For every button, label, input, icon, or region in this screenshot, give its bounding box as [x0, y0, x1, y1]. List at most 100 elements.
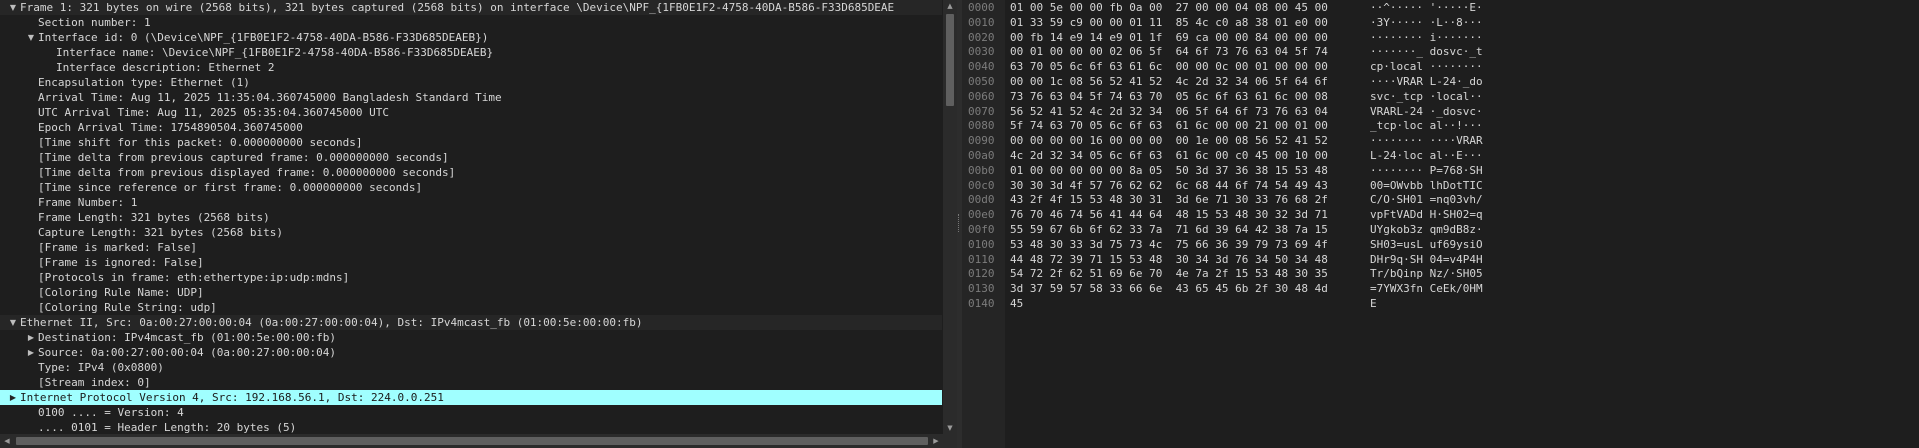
hex-ascii: svc·_tcp ·local·· — [1370, 89, 1483, 103]
tree-row-interface-name[interactable]: Interface name: \Device\NPF_{1FB0E1F2-47… — [0, 45, 942, 60]
triangle-down-icon[interactable]: ▼ — [8, 0, 18, 15]
tree-row-text: Frame 1: 321 bytes on wire (2568 bits), … — [20, 1, 895, 14]
tree-row-arrival-time[interactable]: Arrival Time: Aug 11, 2025 11:35:04.3607… — [0, 90, 942, 105]
hex-bytes: 73 76 63 04 5f 74 63 70 05 6c 6f 63 61 6… — [1010, 89, 1328, 103]
hex-offset: 00b0 — [968, 163, 995, 177]
tree-row-text: Interface id: 0 (\Device\NPF_{1FB0E1F2-4… — [38, 31, 489, 44]
tree-row-text: UTC Arrival Time: Aug 11, 2025 05:35:04.… — [38, 106, 389, 119]
tree-row-text: [Coloring Rule String: udp] — [38, 301, 217, 314]
hex-bytes: 53 48 30 33 3d 75 73 4c 75 66 36 39 79 7… — [1010, 237, 1328, 251]
tree-row-text: Section number: 1 — [38, 16, 151, 29]
hex-offset: 0050 — [968, 75, 995, 88]
hex-ascii: C/O·SH01 =nq03vh/ — [1370, 193, 1483, 207]
hex-bytes: 00 fb 14 e9 14 e9 01 1f 69 ca 00 00 84 0… — [1010, 30, 1328, 44]
hex-bytes: 4c 2d 32 34 05 6c 6f 63 61 6c 00 c0 45 0… — [1010, 149, 1328, 162]
triangle-right-icon[interactable]: ▶ — [26, 330, 36, 345]
hex-offset: 0090 — [968, 134, 995, 148]
hex-offset: 0110 — [968, 252, 995, 266]
tree-row-coloring-rule-string[interactable]: [Coloring Rule String: udp] — [0, 300, 942, 315]
scroll-left-arrow-icon[interactable]: ◀ — [0, 434, 14, 448]
tree-row-time-since-reference[interactable]: [Time since reference or first frame: 0.… — [0, 180, 942, 195]
hex-ascii: UYgkob3z qm9dB8z· — [1370, 223, 1483, 236]
tree-row-interface-id[interactable]: ▼ Interface id: 0 (\Device\NPF_{1FB0E1F2-… — [0, 30, 942, 45]
hex-bytes: 43 2f 4f 15 53 48 30 31 3d 6e 71 30 33 7… — [1010, 193, 1328, 207]
tree-row-encapsulation-type[interactable]: Encapsulation type: Ethernet (1) — [0, 75, 942, 90]
triangle-down-icon[interactable]: ▼ — [26, 30, 36, 45]
tree-row-text: Interface name: \Device\NPF_{1FB0E1F2-47… — [56, 46, 494, 59]
hex-bytes: 76 70 46 74 56 41 44 64 48 15 53 48 30 3… — [1010, 208, 1328, 222]
tree-row-frame-header[interactable]: ▼ Frame 1: 321 bytes on wire (2568 bits),… — [0, 0, 942, 15]
hex-bytes: 5f 74 63 70 05 6c 6f 63 61 6c 00 00 21 0… — [1010, 119, 1328, 133]
tree-row-stream-index[interactable]: [Stream index: 0] — [0, 375, 942, 390]
hex-bytes: 63 70 05 6c 6f 63 61 6c 00 00 0c 00 01 0… — [1010, 60, 1328, 74]
hex-ascii: DHr9q·SH 04=v4P4H — [1370, 252, 1483, 266]
tree-row-interface-description[interactable]: Interface description: Ethernet 2 — [0, 60, 942, 75]
hex-bytes: 44 48 72 39 71 15 53 48 30 34 3d 76 34 5… — [1010, 252, 1328, 266]
tree-row-text: [Time delta from previous displayed fram… — [38, 166, 456, 179]
scroll-up-arrow-icon[interactable]: ▲ — [943, 0, 957, 12]
details-vertical-scrollbar[interactable]: ▲ ▼ — [943, 0, 957, 434]
triangle-down-icon[interactable]: ▼ — [8, 315, 18, 330]
hex-bytes: 00 00 1c 08 56 52 41 52 4c 2d 32 34 06 5… — [1010, 75, 1328, 88]
tree-row-time-delta-displayed[interactable]: [Time delta from previous displayed fram… — [0, 165, 942, 180]
hex-offset: 00d0 — [968, 193, 995, 207]
tree-row-eth-destination[interactable]: ▶ Destination: IPv4mcast_fb (01:00:5e:00:… — [0, 330, 942, 345]
scroll-down-arrow-icon[interactable]: ▼ — [943, 422, 957, 434]
hex-offset: 0000 — [968, 1, 995, 14]
hex-bytes: 56 52 41 52 4c 2d 32 34 06 5f 64 6f 73 7… — [1010, 104, 1328, 118]
hex-offset: 0100 — [968, 237, 995, 251]
tree-row-section-number[interactable]: Section number: 1 — [0, 15, 942, 30]
hex-bytes: 01 00 5e 00 00 fb 0a 00 27 00 00 04 08 0… — [1010, 1, 1328, 14]
hex-offset: 0130 — [968, 282, 995, 296]
scroll-right-arrow-icon[interactable]: ▶ — [929, 434, 943, 448]
hex-bytes: 3d 37 59 57 58 33 66 6e 43 65 45 6b 2f 3… — [1010, 282, 1328, 296]
packet-details-pane[interactable]: ▼ Frame 1: 321 bytes on wire (2568 bits),… — [0, 0, 942, 434]
tree-row-text: [Frame is ignored: False] — [38, 256, 204, 269]
hex-offset: 00e0 — [968, 208, 995, 222]
tree-row-epoch-arrival-time[interactable]: Epoch Arrival Time: 1754890504.360745000 — [0, 120, 942, 135]
tree-row-text: [Time since reference or first frame: 0.… — [38, 181, 423, 194]
tree-row-text: [Time delta from previous captured frame… — [38, 151, 449, 164]
tree-row-frame-marked[interactable]: [Frame is marked: False] — [0, 240, 942, 255]
hex-offset: 0040 — [968, 60, 995, 74]
scrollbar-thumb[interactable] — [946, 14, 954, 106]
hex-offset: 0080 — [968, 119, 995, 133]
tree-row-frame-length[interactable]: Frame Length: 321 bytes (2568 bits) — [0, 210, 942, 225]
tree-row-utc-arrival-time[interactable]: UTC Arrival Time: Aug 11, 2025 05:35:04.… — [0, 105, 942, 120]
tree-row-frame-ignored[interactable]: [Frame is ignored: False] — [0, 255, 942, 270]
hex-offset: 0070 — [968, 104, 995, 118]
hex-offset: 00a0 — [968, 149, 995, 162]
hex-ascii: L-24·loc al··E··· — [1370, 149, 1483, 162]
hex-offset: 0060 — [968, 89, 995, 103]
tree-row-text: [Stream index: 0] — [38, 376, 151, 389]
tree-row-ip-version[interactable]: 0100 .... = Version: 4 — [0, 405, 942, 420]
hex-offset: 00c0 — [968, 178, 995, 192]
tree-row-frame-number[interactable]: Frame Number: 1 — [0, 195, 942, 210]
triangle-right-icon[interactable]: ▶ — [26, 345, 36, 360]
packet-bytes-pane[interactable]: 0000 01 00 5e 00 00 fb 0a 00 27 00 00 04 … — [962, 0, 1919, 448]
tree-row-capture-length[interactable]: Capture Length: 321 bytes (2568 bits) — [0, 225, 942, 240]
tree-row-coloring-rule-name[interactable]: [Coloring Rule Name: UDP] — [0, 285, 942, 300]
hex-offset: 0120 — [968, 267, 995, 281]
hex-ascii: SH03=usL uf69ysiO — [1370, 237, 1483, 251]
details-horizontal-scrollbar[interactable]: ◀ ▶ — [0, 434, 957, 448]
tree-row-text: [Frame is marked: False] — [38, 241, 197, 254]
tree-row-time-delta-captured[interactable]: [Time delta from previous captured frame… — [0, 150, 942, 165]
tree-row-ip-header-length[interactable]: .... 0101 = Header Length: 20 bytes (5) — [0, 420, 942, 434]
tree-row-time-shift[interactable]: [Time shift for this packet: 0.000000000… — [0, 135, 942, 150]
tree-row-eth-type[interactable]: Type: IPv4 (0x0800) — [0, 360, 942, 375]
tree-row-text: .... 0101 = Header Length: 20 bytes (5) — [38, 421, 297, 434]
tree-row-protocols-in-frame[interactable]: [Protocols in frame: eth:ethertype:ip:ud… — [0, 270, 942, 285]
hex-ascii: _tcp·loc al··!··· — [1370, 119, 1483, 133]
tree-row-text: Internet Protocol Version 4, Src: 192.16… — [20, 391, 444, 404]
tree-row-text: Destination: IPv4mcast_fb (01:00:5e:00:0… — [38, 331, 337, 344]
tree-row-eth-source[interactable]: ▶ Source: 0a:00:27:00:00:04 (0a:00:27:00:… — [0, 345, 942, 360]
hex-offset: 0030 — [968, 45, 995, 59]
triangle-right-icon[interactable]: ▶ — [8, 390, 18, 405]
scrollbar-thumb[interactable] — [16, 437, 928, 445]
hex-ascii: ········ ····VRAR — [1370, 134, 1483, 148]
tree-row-ethernet-header[interactable]: ▼ Ethernet II, Src: 0a:00:27:00:00:04 (0a… — [0, 315, 942, 330]
hex-bytes: 54 72 2f 62 51 69 6e 70 4e 7a 2f 15 53 4… — [1010, 267, 1328, 281]
hex-bytes: 01 33 59 c9 00 00 01 11 85 4c c0 a8 38 0… — [1010, 15, 1328, 29]
tree-row-ip-header[interactable]: ▶ Internet Protocol Version 4, Src: 192.1… — [0, 390, 942, 405]
